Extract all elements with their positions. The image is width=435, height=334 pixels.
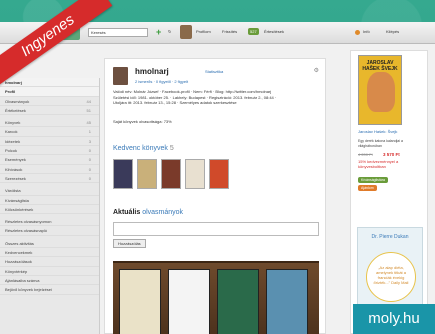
friends-link[interactable]: Frissítés bbox=[222, 29, 237, 34]
current-reading-title: Aktuális olvasmányok bbox=[113, 209, 184, 216]
sidebar-item[interactable]: Idézetek 3 bbox=[0, 137, 99, 147]
comment-input[interactable] bbox=[113, 222, 319, 236]
favorite-books-title[interactable]: Kedvenc könyvek 5 bbox=[113, 145, 174, 152]
statistics-link[interactable]: Statisztika bbox=[205, 69, 223, 74]
sidebar-item[interactable]: Kívánságlista bbox=[0, 196, 99, 205]
sidebar: hmolnarj Profil Olvasmányok 44 Értékelése… bbox=[0, 78, 100, 334]
sidebar-item-username[interactable]: hmolnarj bbox=[0, 78, 99, 88]
avatar[interactable] bbox=[180, 25, 192, 39]
shelf-book[interactable] bbox=[217, 269, 259, 334]
profile-username: hmolnarj bbox=[135, 67, 169, 76]
logout-link[interactable]: Kilépés bbox=[386, 29, 399, 34]
sidebar-item[interactable]: Események 0 bbox=[0, 155, 99, 165]
shelf-book[interactable] bbox=[119, 269, 161, 334]
sidebar-item[interactable]: Kedvencekmek bbox=[0, 248, 99, 258]
sidebar-item[interactable]: Részletes olvasásnyomon bbox=[0, 217, 99, 227]
profile-main: hmolnarj Statisztika ⚙ 2 ismerős · 0 fig… bbox=[104, 58, 326, 334]
book-cover[interactable] bbox=[137, 159, 157, 189]
recommend-button[interactable]: Ajánlom bbox=[358, 185, 377, 191]
refresh-icon[interactable]: ↻ bbox=[168, 29, 171, 34]
info-link[interactable]: Infó bbox=[363, 29, 370, 34]
notifications-link[interactable]: Értesítések bbox=[264, 29, 284, 34]
shelf-book[interactable] bbox=[266, 269, 308, 334]
book-cover[interactable] bbox=[209, 159, 229, 189]
sidebar-item[interactable]: Könyvek 45 bbox=[0, 118, 99, 128]
post-button[interactable]: Hozzászólás bbox=[113, 239, 146, 248]
promo-book-title[interactable]: Jaroslav Hašek: Švejk bbox=[358, 129, 397, 134]
book-cover[interactable] bbox=[113, 159, 133, 189]
cover-illustration bbox=[367, 72, 395, 112]
shelf-book[interactable] bbox=[168, 269, 210, 334]
bookshelf bbox=[113, 261, 319, 334]
sidebar-item[interactable]: Hozzászólások bbox=[0, 257, 99, 267]
sidebar-item[interactable]: Polcok 0 bbox=[0, 146, 99, 156]
sidebar-item[interactable]: Könyvtérkép bbox=[0, 267, 99, 276]
profile-link[interactable]: Profilom bbox=[196, 29, 211, 34]
page: { "ribbon": "Ingyenes", "watermark": "mo… bbox=[0, 0, 435, 334]
follow-counts[interactable]: 2 ismerős · 0 figyelő · 2 figyelt bbox=[135, 79, 188, 84]
sidebar-item[interactable]: Kölcsönkérések bbox=[0, 205, 99, 215]
add-icon[interactable]: + bbox=[156, 28, 164, 37]
ad-banner[interactable]: Dr. Pierre Dukan „Az alap diéta, amelyne… bbox=[357, 227, 423, 315]
new-price: 3 570 Ft bbox=[383, 152, 400, 157]
book-cover[interactable]: JAROSLAV HAŠEK ŠVEJK bbox=[358, 55, 402, 125]
right-sidebar: JAROSLAV HAŠEK ŠVEJK Jaroslav Hašek: Šve… bbox=[350, 50, 428, 334]
sidebar-item[interactable]: Részletes olvasásnapló bbox=[0, 226, 99, 236]
notification-badge[interactable]: 527 bbox=[248, 28, 259, 35]
sidebar-item[interactable]: Értékelések 51 bbox=[0, 106, 99, 116]
gear-icon[interactable]: ⚙ bbox=[314, 67, 319, 74]
sidebar-item[interactable]: Ajánlásaiba szánva bbox=[0, 276, 99, 286]
search-input[interactable]: Keresés bbox=[88, 28, 148, 37]
discount-text: 15% kedvezménnyel a könyvesboltban bbox=[358, 159, 399, 169]
sidebar-item[interactable]: Bejövő könyvek bejelzései bbox=[0, 285, 99, 295]
profile-avatar bbox=[113, 67, 128, 85]
sidebar-item[interactable]: Karcok 1 bbox=[0, 127, 99, 137]
book-cover[interactable] bbox=[185, 159, 205, 189]
read-progress: Saját könyvek olvasottsága: 73% bbox=[113, 119, 172, 124]
ad-bubble: „Az alap diéta, amelynek titkát a franci… bbox=[366, 252, 416, 302]
promo-book-desc: Egy derék katona kalandjai a világháború… bbox=[358, 139, 403, 148]
info-icon[interactable] bbox=[355, 30, 360, 35]
sidebar-item[interactable]: Kihívások 0 bbox=[0, 165, 99, 174]
info-line: Utoljára itt: 2013. február 13., 15:28 ·… bbox=[113, 100, 237, 105]
ad-author: Dr. Pierre Dukan bbox=[371, 234, 409, 240]
wishlist-button[interactable]: Kívánságlistára bbox=[358, 177, 388, 183]
sidebar-item[interactable]: Szerezések 0 bbox=[0, 174, 99, 184]
sidebar-item[interactable]: Olvasmányok 44 bbox=[0, 97, 99, 106]
book-cover[interactable] bbox=[161, 159, 181, 189]
sidebar-item[interactable]: Összes aktivitás bbox=[0, 239, 99, 249]
moly-watermark: moly.hu bbox=[353, 304, 435, 334]
old-price: 4 200 Ft bbox=[358, 152, 373, 157]
sidebar-item-profil[interactable]: Profil bbox=[0, 87, 99, 97]
sidebar-item[interactable]: Várólista bbox=[0, 186, 99, 196]
ad-quote: „Az alap diéta, amelynek titkát a franci… bbox=[373, 265, 409, 285]
profile-info: Valódi név: Molnár József · Facebook-pro… bbox=[113, 89, 319, 106]
